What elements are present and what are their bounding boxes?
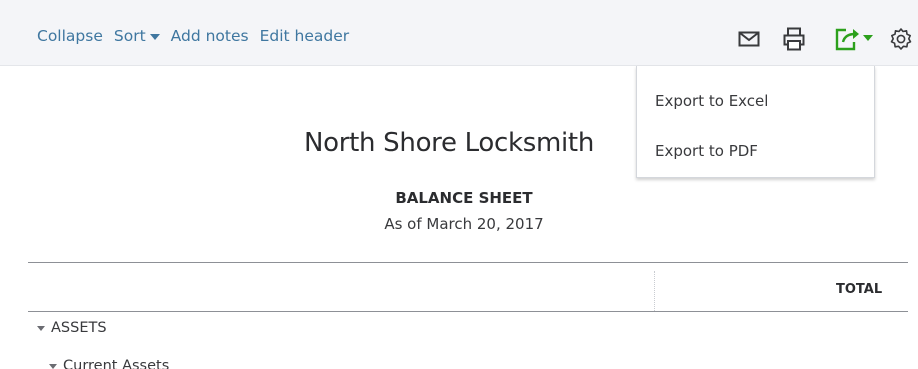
toolbar-icons — [0, 26, 918, 56]
row-assets[interactable]: ASSETS — [37, 320, 107, 336]
export-dropdown-menu: Export to Excel Export to PDF — [636, 66, 875, 178]
column-header-total: TOTAL — [836, 282, 883, 297]
company-name: North Shore Locksmith — [304, 128, 595, 158]
collapse-triangle-icon[interactable] — [49, 363, 57, 369]
export-to-pdf-item[interactable]: Export to PDF — [655, 142, 758, 160]
table-top-rule — [28, 262, 908, 263]
print-icon[interactable] — [783, 27, 805, 51]
report-toolbar: Collapse Sort Add notes Edit header — [0, 0, 918, 66]
mail-icon[interactable] — [738, 31, 760, 47]
report-title: BALANCE SHEET — [395, 189, 533, 207]
row-current-assets[interactable]: Current Assets — [49, 358, 169, 369]
export-icon[interactable] — [834, 26, 874, 52]
report-date: As of March 20, 2017 — [384, 215, 544, 233]
export-to-excel-item[interactable]: Export to Excel — [655, 92, 768, 110]
collapse-triangle-icon[interactable] — [37, 325, 45, 331]
column-separator — [654, 271, 655, 311]
row-label: ASSETS — [51, 320, 107, 336]
settings-icon[interactable] — [889, 27, 913, 51]
row-label: Current Assets — [63, 358, 170, 369]
table-header-rule — [28, 311, 908, 312]
